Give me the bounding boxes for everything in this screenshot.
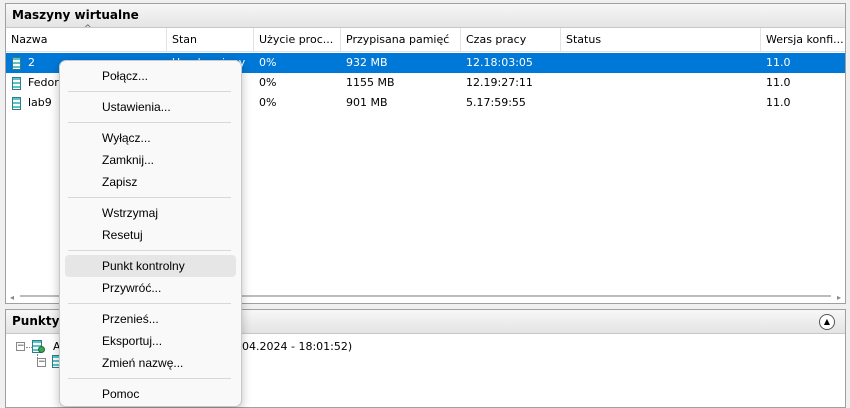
vm-cell-version: 11.0 [766, 76, 791, 89]
vm-cell-cpu: 0% [259, 76, 277, 89]
vm-cell-version: 11.0 [766, 96, 791, 109]
menu-separator [68, 122, 231, 123]
menu-separator [68, 91, 231, 92]
scroll-right-icon[interactable]: ▸ [837, 293, 841, 302]
menu-separator [68, 250, 231, 251]
column-header-memory[interactable]: Przypisana pamięć [341, 28, 461, 52]
chevron-up-icon[interactable]: ▲ [819, 314, 835, 330]
virtual-machine-icon [12, 97, 21, 110]
menu-item[interactable]: Eksportuj... [65, 330, 236, 352]
menu-item[interactable]: Punkt kontrolny [65, 255, 236, 277]
vm-cell-uptime: 5.17:59:55 [466, 96, 526, 109]
checkpoint-badge-icon [38, 346, 45, 353]
tree-collapse-icon[interactable]: − [37, 358, 46, 367]
menu-item[interactable]: Ustawienia... [65, 96, 236, 118]
menu-separator [68, 197, 231, 198]
sort-ascending-icon: ^ [84, 24, 92, 34]
menu-item[interactable]: Przenieś... [65, 308, 236, 330]
column-header-cpu[interactable]: Użycie proc... [254, 28, 341, 52]
vm-cell-uptime: 12.19:27:11 [466, 76, 533, 89]
vm-context-menu: Połącz... Ustawienia... Wyłącz... Zamknij..… [59, 60, 242, 407]
menu-separator [68, 303, 231, 304]
column-header-state[interactable]: Stan [167, 28, 254, 52]
menu-item[interactable]: Zamknij... [65, 149, 236, 171]
vm-table-header: Nazwa ^ Stan Użycie proc... Przypisana p… [6, 24, 845, 52]
virtual-machine-icon [12, 57, 21, 70]
menu-item[interactable]: Wstrzymaj [65, 202, 236, 224]
column-header-version[interactable]: Wersja konfi... [761, 28, 845, 52]
vm-cell-memory: 1155 MB [346, 76, 395, 89]
column-header-status[interactable]: Status [561, 28, 761, 52]
virtual-machine-icon [12, 77, 21, 90]
menu-item[interactable]: Zmień nazwę... [65, 352, 236, 374]
menu-item[interactable]: Resetuj [65, 224, 236, 246]
vm-cell-memory: 932 MB [346, 56, 388, 69]
menu-item[interactable]: Połącz... [65, 65, 236, 87]
checkpoint-root-date: 04.2024 - 18:01:52) [242, 340, 353, 353]
vm-cell-memory: 901 MB [346, 96, 388, 109]
menu-item[interactable]: Zapisz [65, 171, 236, 193]
menu-item[interactable]: Pomoc [65, 383, 236, 405]
vm-cell-uptime: 12.18:03:05 [466, 56, 533, 69]
tree-collapse-icon[interactable]: − [16, 342, 25, 351]
menu-separator [68, 378, 231, 379]
scroll-left-icon[interactable]: ◂ [10, 293, 14, 302]
virtual-machines-title: Maszyny wirtualne [6, 4, 845, 28]
menu-item[interactable]: Wyłącz... [65, 127, 236, 149]
vm-cell-cpu: 0% [259, 96, 277, 109]
menu-item[interactable]: Przywróć... [65, 277, 236, 299]
vm-cell-cpu: 0% [259, 56, 277, 69]
column-header-uptime[interactable]: Czas pracy [461, 28, 561, 52]
vm-cell-version: 11.0 [766, 56, 791, 69]
